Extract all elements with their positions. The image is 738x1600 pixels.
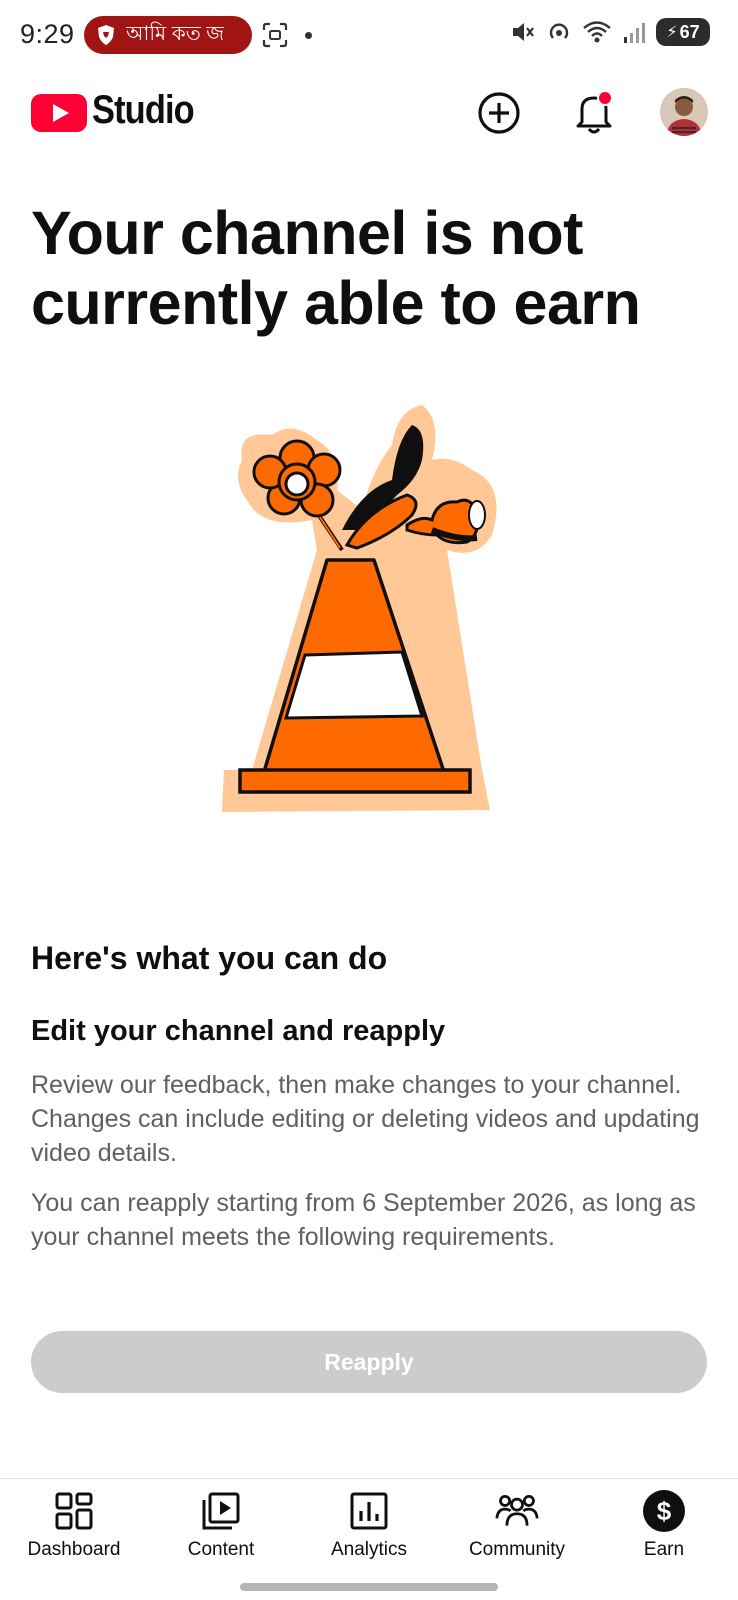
nav-label-earn: Earn	[643, 1539, 685, 1560]
notification-pill[interactable]: আমি কত জ	[84, 16, 252, 54]
youtube-logo-icon[interactable]	[31, 94, 87, 132]
nav-item-content[interactable]: Content	[151, 1489, 291, 1561]
screenshot-icon	[262, 22, 288, 48]
app-bar: Studio	[0, 80, 738, 146]
notification-pill-text: আমি কত জ	[126, 22, 225, 45]
bottom-navigation: Dashboard Content Analytics Community $ …	[0, 1478, 738, 1600]
content-icon	[199, 1489, 243, 1533]
nav-label-analytics: Analytics	[330, 1539, 408, 1560]
nav-item-analytics[interactable]: Analytics	[299, 1489, 439, 1561]
traffic-cone-illustration	[222, 405, 497, 812]
community-icon	[495, 1489, 539, 1533]
status-bar: 9:29 আমি কত জ ⚡ 67	[0, 0, 738, 70]
notifications-bell-icon[interactable]	[568, 86, 620, 138]
reapply-button[interactable]: Reapply	[31, 1331, 707, 1393]
status-icons: ⚡ 67	[510, 18, 710, 46]
wifi-icon	[583, 21, 611, 43]
signal-icon	[624, 23, 645, 43]
battery-indicator: ⚡ 67	[656, 18, 710, 46]
brave-shield-icon	[98, 25, 114, 45]
mute-icon	[513, 23, 534, 41]
dashboard-icon	[52, 1489, 96, 1533]
studio-logo-text: Studio	[92, 88, 195, 132]
nav-label-content: Content	[187, 1539, 255, 1560]
earn-icon: $	[642, 1489, 686, 1533]
create-button[interactable]	[474, 88, 524, 138]
status-time: 9:29	[20, 19, 75, 49]
svg-text:$: $	[657, 1496, 672, 1526]
nav-item-dashboard[interactable]: Dashboard	[4, 1489, 144, 1561]
nav-item-community[interactable]: Community	[447, 1489, 587, 1561]
feedback-paragraph: Review our feedback, then make changes t…	[31, 1071, 700, 1167]
profile-avatar[interactable]	[660, 88, 708, 136]
analytics-icon	[347, 1489, 391, 1533]
battery-level: 67	[679, 21, 700, 42]
nav-label-dashboard: Dashboard	[27, 1539, 121, 1560]
charging-bolt-icon: ⚡	[666, 24, 678, 41]
reapply-date-paragraph: You can reapply starting from 6 Septembe…	[31, 1189, 696, 1251]
page-title: Your channel is not currently able to ea…	[31, 199, 641, 337]
nav-item-earn[interactable]: $ Earn	[594, 1489, 734, 1561]
hotspot-icon	[549, 23, 569, 39]
home-indicator[interactable]	[240, 1583, 498, 1591]
avatar-image	[660, 88, 708, 136]
nav-label-community: Community	[468, 1539, 566, 1560]
more-notifications-dot	[305, 32, 312, 39]
section-heading: Here's what you can do	[31, 940, 388, 976]
sub-heading: Edit your channel and reapply	[31, 1015, 446, 1047]
